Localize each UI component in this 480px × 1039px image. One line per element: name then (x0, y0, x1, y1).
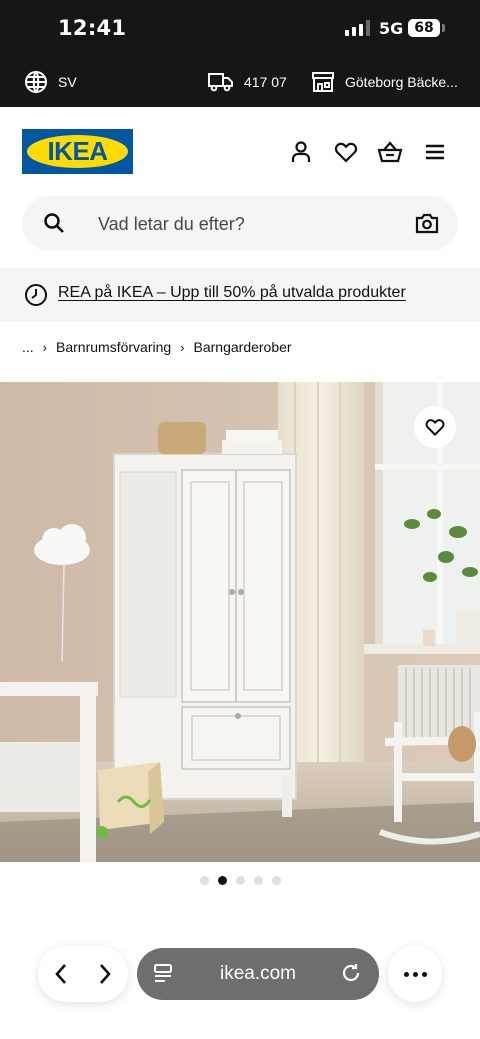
heart-icon[interactable] (333, 139, 359, 165)
breadcrumb: ... › Barnrumsförvaring › Barngarderober (22, 337, 292, 357)
camera-icon[interactable] (415, 212, 439, 234)
language-label: SV (58, 74, 77, 90)
chevron-left-icon (55, 964, 66, 984)
save-favorite-button[interactable] (414, 406, 456, 448)
menu-icon[interactable] (422, 139, 448, 165)
dot (403, 971, 409, 977)
breadcrumb-item-wardrobes[interactable]: Barngarderober (194, 339, 292, 355)
browser-toolbar: ikea.com (0, 940, 480, 1039)
back-button[interactable] (49, 962, 73, 986)
search-input[interactable] (98, 211, 408, 237)
chevron-right-icon: › (42, 339, 48, 355)
forward-button[interactable] (93, 962, 117, 986)
utility-bar: SV 417 07 Göteborg Bäcke... (0, 57, 480, 107)
postcode-label: 417 07 (244, 74, 287, 90)
battery-icon: 68 (408, 19, 440, 37)
breadcrumb-ellipsis[interactable]: ... (22, 339, 34, 355)
more-button[interactable] (388, 946, 442, 1002)
reload-icon[interactable] (340, 962, 362, 984)
truck-icon (208, 73, 233, 92)
dot (412, 971, 418, 977)
status-time: 12:41 (58, 16, 127, 40)
search-bar[interactable] (22, 196, 458, 251)
promo-banner: REA på IKEA – Upp till 50% på utvalda pr… (0, 268, 480, 322)
product-image[interactable] (0, 382, 480, 862)
carousel-dot[interactable] (235, 876, 245, 885)
store-label: Göteborg Bäcke... (345, 74, 458, 90)
clock-icon (25, 284, 47, 306)
battery-tip (442, 24, 445, 32)
address-bar[interactable]: ikea.com (137, 948, 379, 1000)
carousel-dot[interactable] (271, 876, 281, 885)
language-selector[interactable]: SV (24, 67, 77, 97)
heart-icon (425, 419, 445, 437)
site-header: IKEA (0, 107, 480, 187)
store-icon (312, 72, 334, 92)
carousel-indicator (0, 876, 480, 885)
status-bar: 12:41 5G 68 (0, 0, 480, 57)
chevron-right-icon: › (180, 339, 185, 355)
logo-text: IKEA (27, 135, 128, 168)
product-photo (0, 382, 480, 862)
basket-icon[interactable] (377, 139, 403, 165)
promo-link[interactable]: REA på IKEA – Upp till 50% på utvalda pr… (58, 284, 406, 302)
chevron-right-icon (100, 964, 111, 984)
carousel-dot[interactable] (199, 876, 209, 885)
globe-icon (25, 70, 47, 94)
breadcrumb-item-storage[interactable]: Barnrumsförvaring (56, 339, 171, 355)
network-type: 5G (379, 19, 404, 38)
navigation-controls (38, 946, 128, 1002)
carousel-dot-active[interactable] (217, 876, 227, 885)
ikea-logo[interactable]: IKEA (22, 129, 133, 174)
delivery-postcode[interactable]: 417 07 (208, 67, 287, 97)
signal-icon (345, 20, 370, 36)
carousel-dot[interactable] (253, 876, 263, 885)
dot (421, 971, 427, 977)
profile-icon[interactable] (288, 139, 314, 165)
store-selector[interactable]: Göteborg Bäcke... (311, 67, 458, 97)
search-icon (44, 213, 64, 233)
